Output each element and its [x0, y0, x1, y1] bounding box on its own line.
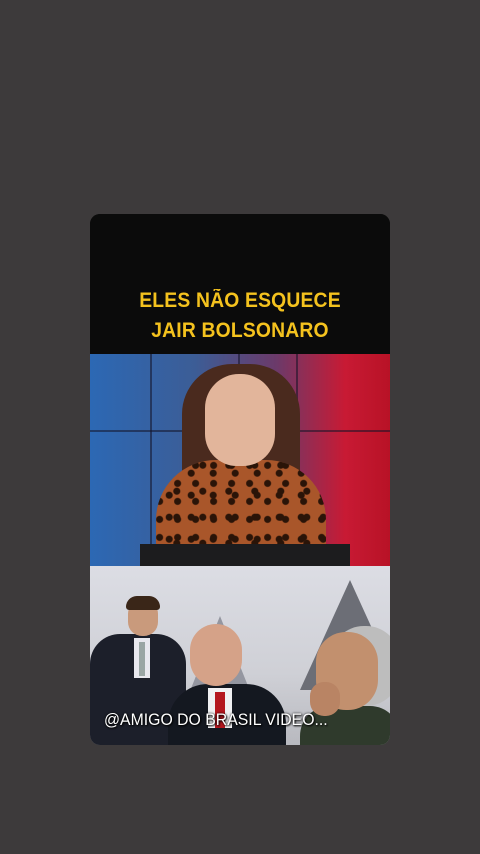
- man-left-hair: [126, 596, 160, 610]
- headline-line-1: ELES NÃO ESQUECE: [139, 289, 341, 312]
- man-middle-head: [190, 624, 242, 686]
- man-left-tie: [139, 642, 145, 676]
- presenter-face: [205, 374, 275, 466]
- collage-image: @AMIGO DO BRASIL VIDEO...: [90, 566, 390, 745]
- headline-line-2: JAIR BOLSONARO: [151, 319, 329, 342]
- studio-video-frame: [90, 354, 390, 566]
- studio-grid-line: [150, 354, 152, 566]
- presenter-desk: [140, 544, 350, 566]
- headline: ELES NÃO ESQUECE JAIR BOLSONARO: [102, 286, 378, 346]
- watermark-text: @AMIGO DO BRASIL VIDEO...: [104, 710, 328, 729]
- headline-band: ELES NÃO ESQUECE JAIR BOLSONARO: [90, 214, 390, 354]
- story-card[interactable]: ELES NÃO ESQUECE JAIR BOLSONARO @AMIGO D…: [90, 214, 390, 745]
